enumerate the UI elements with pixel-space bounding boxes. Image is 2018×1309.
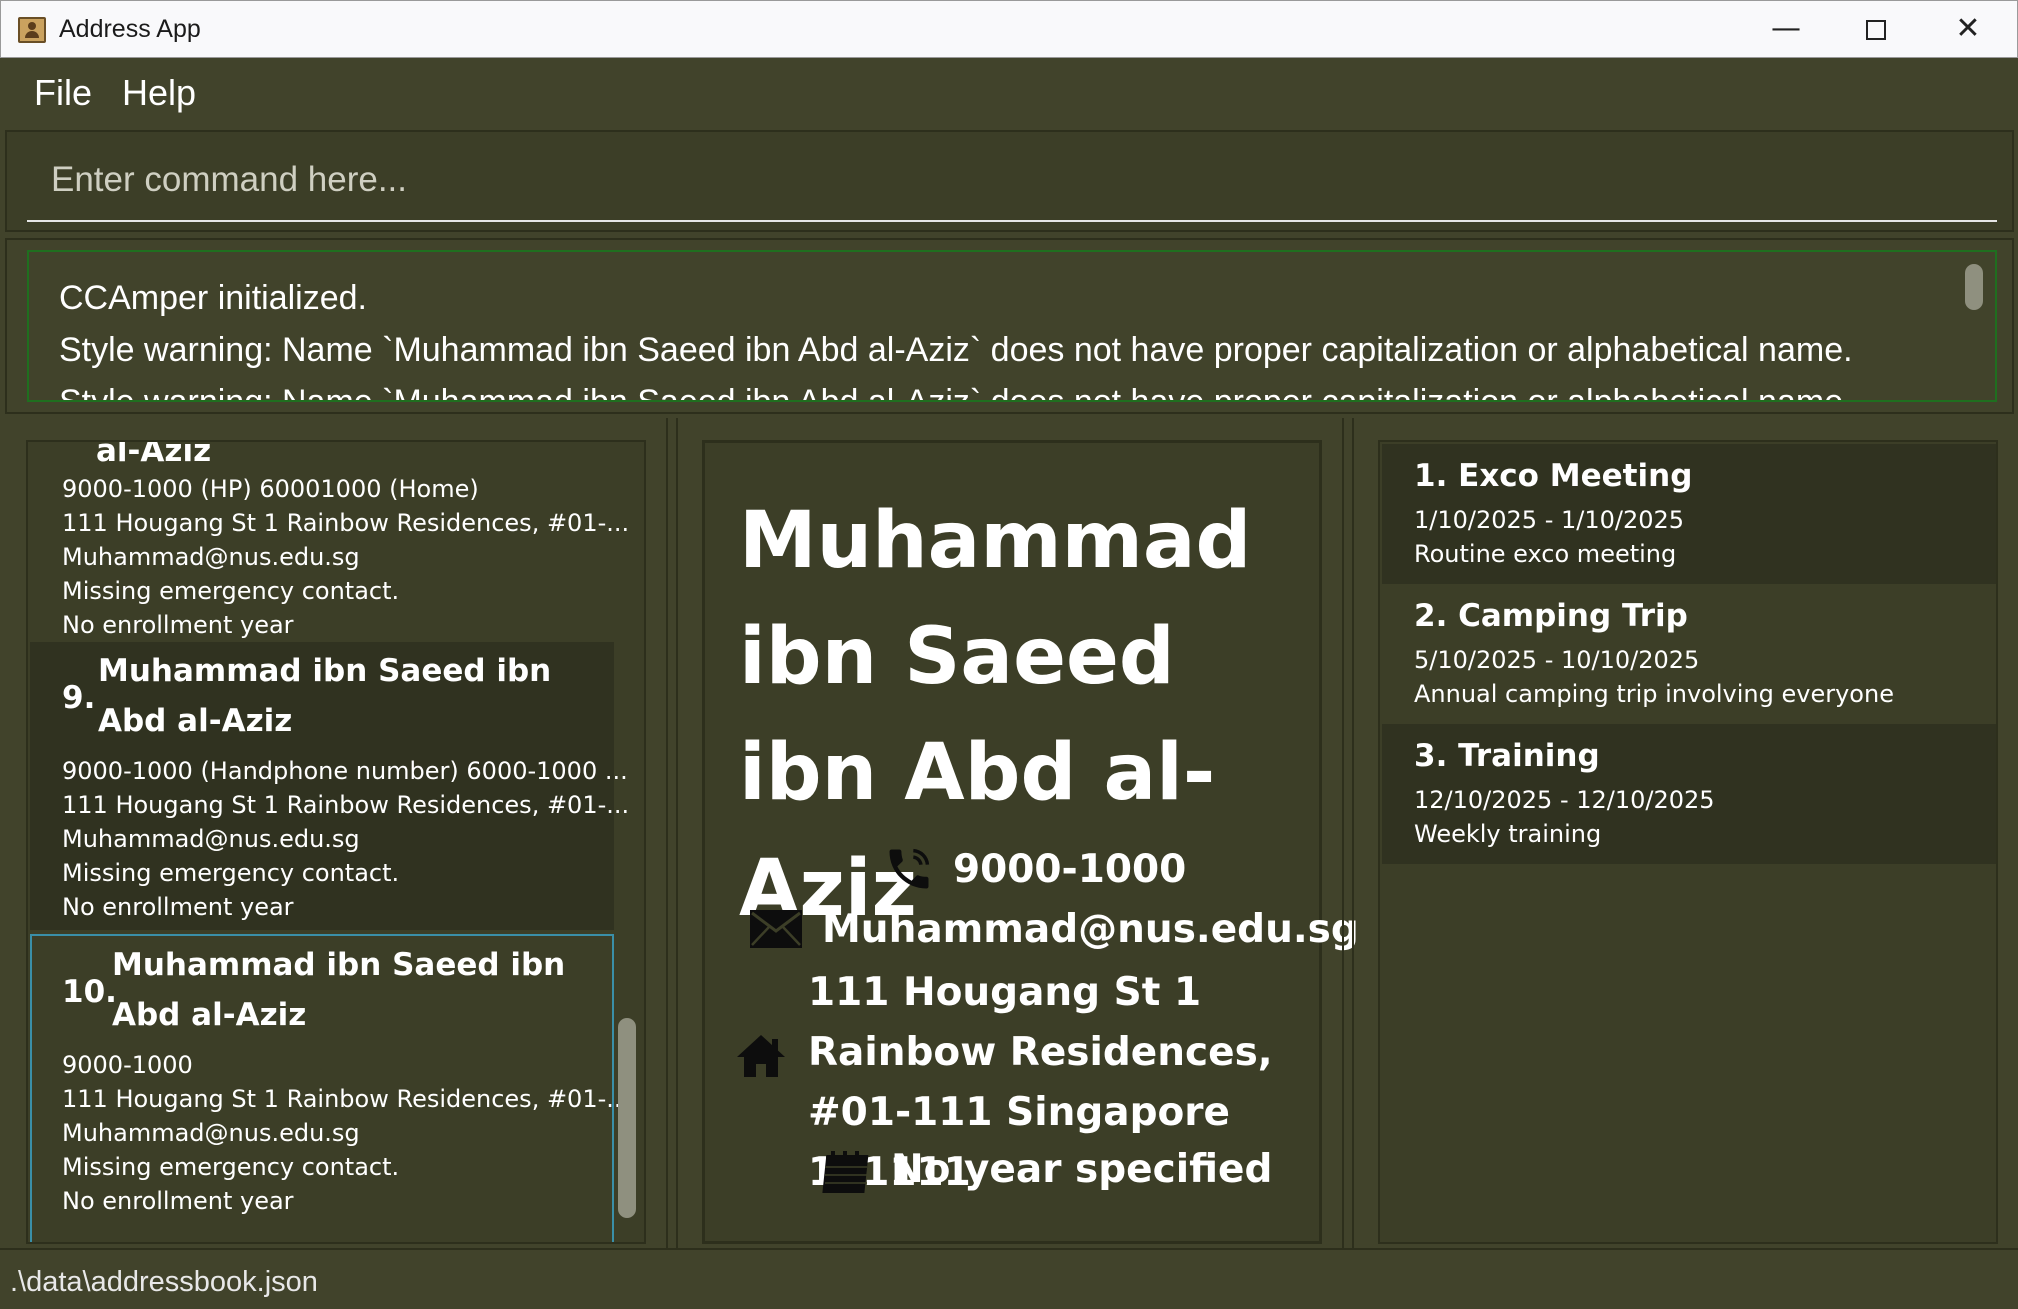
result-display[interactable]: CCAmper initialized. Style warning: Name… xyxy=(27,250,1997,402)
home-icon xyxy=(737,1035,785,1077)
menu-file[interactable]: File xyxy=(34,72,92,114)
person-phone: 9000-1000 (HP) 60001000 (Home) xyxy=(62,475,479,503)
command-input[interactable] xyxy=(27,140,1997,222)
event-date: 5/10/2025 - 10/10/2025 xyxy=(1414,646,1700,674)
person-list-panel: al-Aziz 9000-1000 (HP) 60001000 (Home) 1… xyxy=(26,440,646,1244)
person-list-scrollbar[interactable] xyxy=(618,1018,636,1218)
person-detail-panel: Muhammad ibn Saeed ibn Abd al-Aziz 9000-… xyxy=(702,440,1359,1244)
person-emergency: Missing emergency contact. xyxy=(62,1153,400,1181)
person-year: No enrollment year xyxy=(62,893,294,921)
status-bar: .\data\addressbook.json xyxy=(0,1248,2018,1309)
person-email: Muhammad@nus.edu.sg xyxy=(62,825,360,853)
person-index: 9. xyxy=(62,680,96,716)
title-bar: Address App — ✕ xyxy=(0,0,2018,58)
result-line: CCAmper initialized. xyxy=(59,279,367,317)
detail-phone: 9000-1000 xyxy=(953,847,1187,892)
result-display-panel: CCAmper initialized. Style warning: Name… xyxy=(5,238,2014,414)
person-phone: 9000-1000 xyxy=(62,1051,193,1079)
panel-divider[interactable] xyxy=(666,418,678,1248)
person-index: 10. xyxy=(62,974,117,1010)
event-list-panel: 1. Exco Meeting 1/10/2025 - 1/10/2025 Ro… xyxy=(1378,440,1998,1244)
person-address: 111 Hougang St 1 Rainbow Residences, #01… xyxy=(62,791,630,819)
person-year: No enrollment year xyxy=(62,1187,294,1215)
person-name: al-Aziz xyxy=(96,440,212,469)
event-card[interactable]: 1. Exco Meeting 1/10/2025 - 1/10/2025 Ro… xyxy=(1382,444,1996,584)
person-email: Muhammad@nus.edu.sg xyxy=(62,1119,360,1147)
envelope-icon xyxy=(750,910,802,948)
person-name: Muhammad ibn Saeed ibn Abd al-Aziz xyxy=(112,947,566,1033)
event-description: Annual camping trip involving everyone xyxy=(1414,680,1894,708)
detail-year: No year specified xyxy=(891,1147,1273,1192)
event-description: Weekly training xyxy=(1414,820,1602,848)
person-name: Muhammad ibn Saeed ibn Abd al-Aziz xyxy=(98,653,552,739)
command-box-panel xyxy=(5,130,2014,232)
event-title: 1. Exco Meeting xyxy=(1414,458,1693,494)
main-panels: al-Aziz 9000-1000 (HP) 60001000 (Home) 1… xyxy=(0,418,2018,1248)
person-address: 111 Hougang St 1 Rainbow Residences, #01… xyxy=(62,509,630,537)
event-card[interactable]: 3. Training 12/10/2025 - 12/10/2025 Week… xyxy=(1382,724,1996,864)
person-address: 111 Hougang St 1 Rainbow Residences, #01… xyxy=(62,1085,630,1113)
person-card[interactable]: 9. Muhammad ibn Saeed ibn Abd al-Aziz 90… xyxy=(30,642,629,930)
panel-divider[interactable] xyxy=(1342,418,1354,1248)
event-title: 3. Training xyxy=(1414,738,1600,774)
event-title: 2. Camping Trip xyxy=(1414,598,1688,634)
person-emergency: Missing emergency contact. xyxy=(62,577,400,605)
save-location: .\data\addressbook.json xyxy=(10,1266,318,1298)
phone-icon xyxy=(889,848,930,889)
result-scrollbar[interactable] xyxy=(1965,264,1983,310)
detail-email: Muhammad@nus.edu.sg xyxy=(822,907,1359,952)
close-button[interactable]: ✕ xyxy=(1923,1,2013,59)
event-date: 12/10/2025 - 12/10/2025 xyxy=(1414,786,1715,814)
person-year: No enrollment year xyxy=(62,611,294,639)
person-email: Muhammad@nus.edu.sg xyxy=(62,543,360,571)
calendar-icon xyxy=(822,1151,869,1193)
menu-help[interactable]: Help xyxy=(122,72,196,114)
person-card-selected[interactable]: 10. Muhammad ibn Saeed ibn Abd al-Aziz 9… xyxy=(30,934,629,1242)
menu-bar: File Help xyxy=(0,58,2018,128)
person-card[interactable]: al-Aziz 9000-1000 (HP) 60001000 (Home) 1… xyxy=(30,440,629,642)
maximize-icon xyxy=(1866,19,1886,40)
result-line: Style warning: Name `Muhammad ibn Saeed … xyxy=(59,383,1853,402)
event-description: Routine exco meeting xyxy=(1414,540,1677,568)
event-card[interactable]: 2. Camping Trip 5/10/2025 - 10/10/2025 A… xyxy=(1382,584,1996,724)
person-phone: 9000-1000 (Handphone number) 6000-1000 .… xyxy=(62,757,628,785)
maximize-button[interactable] xyxy=(1831,1,1921,59)
event-date: 1/10/2025 - 1/10/2025 xyxy=(1414,506,1685,534)
result-line: Style warning: Name `Muhammad ibn Saeed … xyxy=(59,331,1853,369)
minimize-button[interactable]: — xyxy=(1741,1,1831,59)
person-emergency: Missing emergency contact. xyxy=(62,859,400,887)
window-title: Address App xyxy=(59,15,201,43)
address-book-icon xyxy=(18,17,46,43)
